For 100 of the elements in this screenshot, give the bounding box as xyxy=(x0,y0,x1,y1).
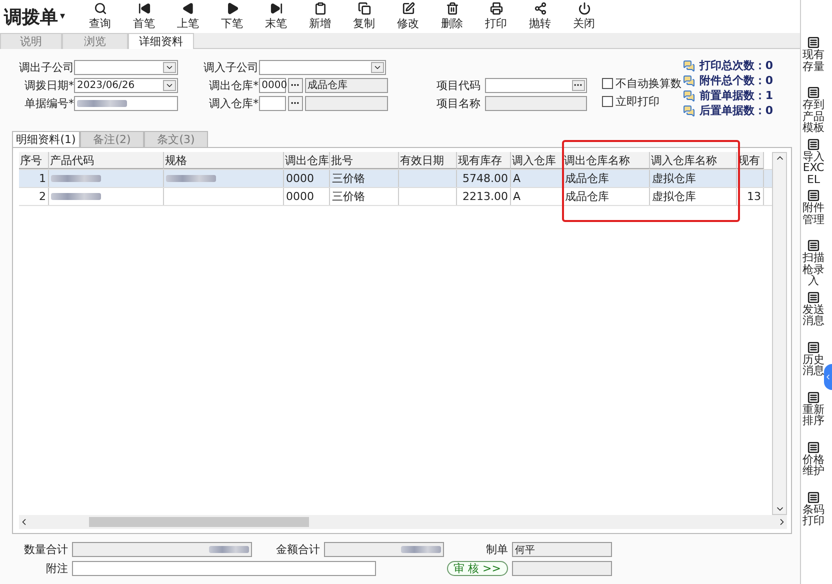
table-cell: A xyxy=(513,172,521,185)
doc-number-field[interactable] xyxy=(74,96,178,110)
field-label: 项目代码 xyxy=(436,78,481,92)
checkbox[interactable] xyxy=(602,96,614,106)
column-header[interactable]: 调入仓库名称 xyxy=(650,152,737,169)
field-label: 项目名称 xyxy=(436,96,481,110)
column-header[interactable]: 规格 xyxy=(164,152,284,169)
list-icon xyxy=(807,239,820,252)
field-label: 附注 xyxy=(45,561,68,576)
browse-button[interactable] xyxy=(288,78,303,92)
date-field[interactable]: 2023/06/26 xyxy=(74,78,178,92)
count-label[interactable]: 附件总个数：0 xyxy=(699,73,774,88)
toolbar-button[interactable]: 上笔 xyxy=(166,0,210,33)
warehouse-code-field[interactable]: 0000 xyxy=(258,78,286,92)
table-cell: 0000 xyxy=(286,172,314,185)
list-icon xyxy=(807,440,820,454)
table-cell: 三价铬 xyxy=(332,189,365,204)
table-cell: 1 xyxy=(39,172,46,185)
column-header[interactable]: 调出仓库 xyxy=(284,152,330,169)
tab[interactable]: 明细资料(1) xyxy=(12,131,80,147)
count-label[interactable]: 前置单据数：1 xyxy=(699,88,774,103)
toolbar-button[interactable]: 下笔 xyxy=(210,0,254,33)
sidebar-button[interactable]: 重新排序 xyxy=(802,390,825,437)
column-header[interactable]: 调入仓库 xyxy=(511,152,563,169)
toolbar-button[interactable]: 抛转 xyxy=(518,0,562,33)
horizontal-scrollbar[interactable] xyxy=(19,515,787,529)
toolbar-button[interactable]: 首笔 xyxy=(122,0,166,33)
field-label: 调出仓库* xyxy=(208,78,259,92)
warehouse-name-field: 成品仓库 xyxy=(304,78,388,92)
sidebar-button[interactable]: 价格维护 xyxy=(802,440,825,487)
tab[interactable]: 详细资料 xyxy=(128,33,194,49)
vertical-scrollbar[interactable] xyxy=(772,152,787,515)
table-cell: 虚拟仓库 xyxy=(652,189,696,204)
sidebar-button[interactable]: 条码打印 xyxy=(802,490,825,537)
column-header[interactable]: 序号 xyxy=(19,152,49,169)
share-icon xyxy=(534,2,546,15)
toolbar-button[interactable]: 查询 xyxy=(78,0,122,33)
sidebar-button[interactable]: 发送消息 xyxy=(802,290,825,337)
field-label: 单据编号* xyxy=(24,96,74,110)
toolbar-button[interactable]: 复制 xyxy=(342,0,386,33)
pen-icon xyxy=(402,2,414,15)
table-cell: 虚拟仓库 xyxy=(652,171,696,186)
table-cell: 成品仓库 xyxy=(565,189,609,204)
chat-bubbles-icon xyxy=(683,104,696,116)
checkbox-label[interactable]: 立即打印 xyxy=(615,94,660,108)
field-label: 调拨日期* xyxy=(24,78,74,92)
skip-back-icon xyxy=(138,2,150,15)
column-header[interactable]: 调出仓库名称 xyxy=(563,152,650,169)
tab[interactable]: 浏览 xyxy=(62,33,128,49)
sidebar-button[interactable]: 历史消息 xyxy=(802,340,825,387)
toolbar-button[interactable]: 打印 xyxy=(474,0,518,33)
browse-button[interactable] xyxy=(572,80,585,90)
count-label[interactable]: 后置单据数：0 xyxy=(699,103,774,118)
table-cell: 2213.00 xyxy=(462,190,508,203)
table-row[interactable]: 1 0000 三价铬 5748.00 A 成品仓库 虚拟仓库 xyxy=(19,170,772,188)
tab[interactable]: 说明 xyxy=(0,33,62,49)
checkbox[interactable] xyxy=(602,78,614,88)
printer-icon xyxy=(490,2,502,15)
search-icon xyxy=(94,2,106,15)
field-label: 调入仓库* xyxy=(208,96,259,110)
column-header[interactable]: 有效日期 xyxy=(399,152,457,169)
column-header[interactable]: 产品代码 xyxy=(49,152,164,169)
table-cell: 13 xyxy=(747,190,761,203)
window-title: 调拨单 xyxy=(4,6,58,28)
project-code-field[interactable] xyxy=(484,78,587,92)
table-cell: 成品仓库 xyxy=(565,171,609,186)
audit-button[interactable]: 审 核 >> xyxy=(446,561,508,576)
column-header[interactable]: 批号 xyxy=(330,152,399,169)
count-label[interactable]: 打印总次数：0 xyxy=(699,58,774,73)
sidebar-button[interactable]: 附件管理 xyxy=(802,189,825,236)
table-cell: 5748.00 xyxy=(462,172,508,185)
list-icon xyxy=(807,138,820,151)
field-label: 调入子公司 xyxy=(204,60,259,74)
chat-bubbles-icon xyxy=(683,60,696,72)
sidebar-button[interactable]: 现有存量 xyxy=(802,36,825,82)
field-label: 调出子公司 xyxy=(18,60,74,74)
table-row[interactable]: 2 0000 三价铬 2213.00 A 成品仓库 虚拟仓库 13 xyxy=(19,188,772,206)
title-caret[interactable]: ▾ xyxy=(60,11,66,22)
sidebar-button[interactable]: 存到产品模板 xyxy=(802,86,825,134)
browse-button[interactable] xyxy=(288,96,303,110)
play-back-icon xyxy=(182,2,194,15)
list-icon xyxy=(807,490,820,504)
collapse-button[interactable] xyxy=(824,364,832,390)
power-icon xyxy=(578,2,590,15)
copy-icon xyxy=(358,2,370,15)
field-label: 数量合计 xyxy=(23,542,68,557)
toolbar-button[interactable]: 新增 xyxy=(298,0,342,33)
toolbar-button[interactable]: 删除 xyxy=(430,0,474,33)
note-field[interactable] xyxy=(72,561,376,576)
field-label: 金额合计 xyxy=(275,542,320,557)
sidebar-button[interactable]: 导入EXCEL xyxy=(802,138,825,186)
column-header[interactable]: 现有库存 xyxy=(457,152,511,169)
toolbar-button[interactable]: 修改 xyxy=(386,0,430,33)
clipboard-icon xyxy=(314,2,326,15)
warehouse-code-field[interactable] xyxy=(258,96,286,110)
toolbar-button[interactable]: 末笔 xyxy=(254,0,298,33)
toolbar-button[interactable]: 关闭 xyxy=(562,0,606,33)
checkbox-label[interactable]: 不自动换算数 xyxy=(615,76,682,90)
field-label: 制单 xyxy=(485,542,508,557)
sidebar-button[interactable]: 扫描枪录入 xyxy=(802,239,825,287)
